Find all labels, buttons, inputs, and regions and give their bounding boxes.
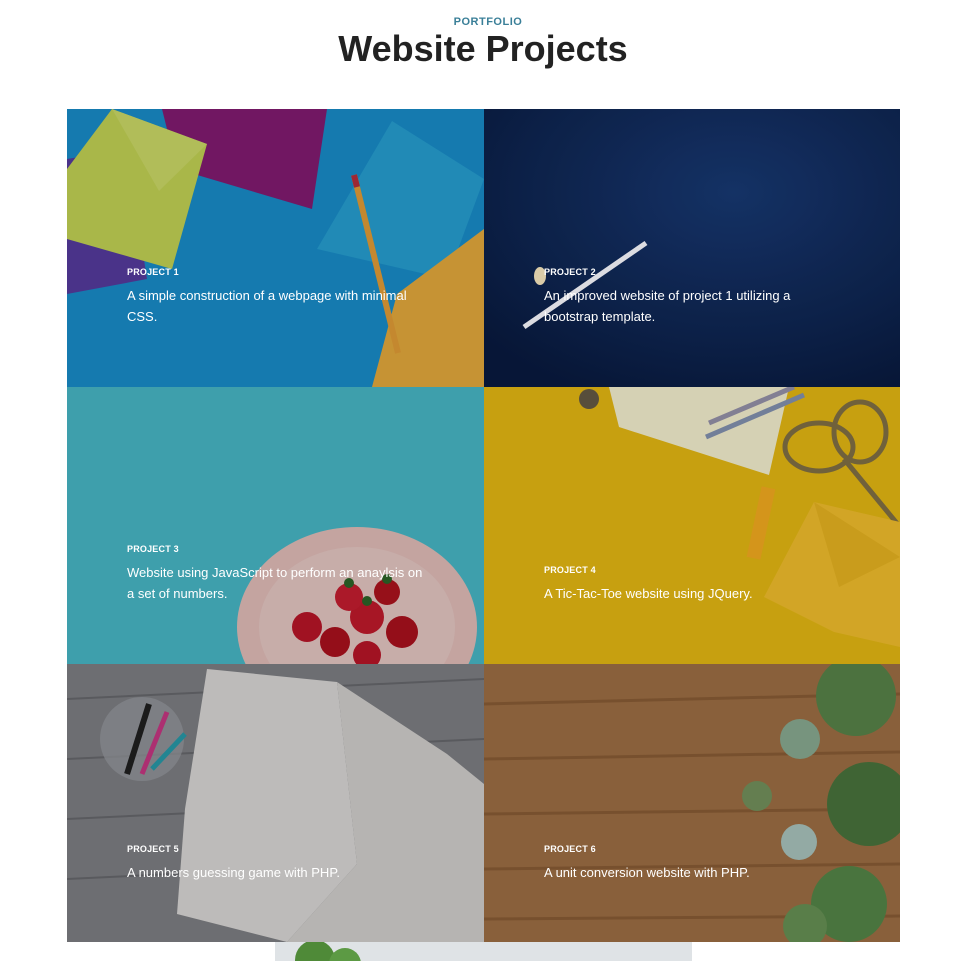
- project-card-2[interactable]: PROJECT 2 An improved website of project…: [484, 109, 900, 387]
- image-overlay: [484, 664, 900, 942]
- project-card-6[interactable]: PROJECT 6 A unit conversion website with…: [484, 664, 900, 942]
- project-label: PROJECT 4: [544, 565, 596, 575]
- project-description: A simple construction of a webpage with …: [127, 288, 407, 324]
- project-label: PROJECT 3: [127, 544, 179, 554]
- project-description: Website using JavaScript to perform an a…: [127, 565, 423, 601]
- project-description: An improved website of project 1 utilizi…: [544, 288, 791, 324]
- project-label: PROJECT 2: [544, 267, 596, 277]
- next-section-image: [275, 942, 692, 961]
- section-eyebrow: PORTFOLIO: [453, 16, 523, 28]
- project-card-3[interactable]: PROJECT 3 Website using JavaScript to pe…: [67, 387, 484, 664]
- project-description: A Tic-Tac-Toe website using JQuery.: [544, 586, 753, 601]
- project-description: A unit conversion website with PHP.: [544, 865, 750, 880]
- page-title: Website Projects: [338, 28, 628, 69]
- image-overlay: [67, 664, 484, 942]
- project-label: PROJECT 6: [544, 844, 596, 854]
- image-overlay: [67, 109, 484, 387]
- projects-grid: PROJECT 1 A simple construction of a web…: [67, 109, 900, 942]
- image-overlay: [67, 387, 484, 664]
- project-label: PROJECT 1: [127, 267, 179, 277]
- image-overlay: [484, 109, 900, 387]
- project-description: A numbers guessing game with PHP.: [127, 865, 340, 880]
- project-card-1[interactable]: PROJECT 1 A simple construction of a web…: [67, 109, 484, 387]
- image-overlay: [484, 387, 900, 664]
- project-card-5[interactable]: PROJECT 5 A numbers guessing game with P…: [67, 664, 484, 942]
- project-label: PROJECT 5: [127, 844, 179, 854]
- project-card-4[interactable]: PROJECT 4 A Tic-Tac-Toe website using JQ…: [484, 387, 900, 664]
